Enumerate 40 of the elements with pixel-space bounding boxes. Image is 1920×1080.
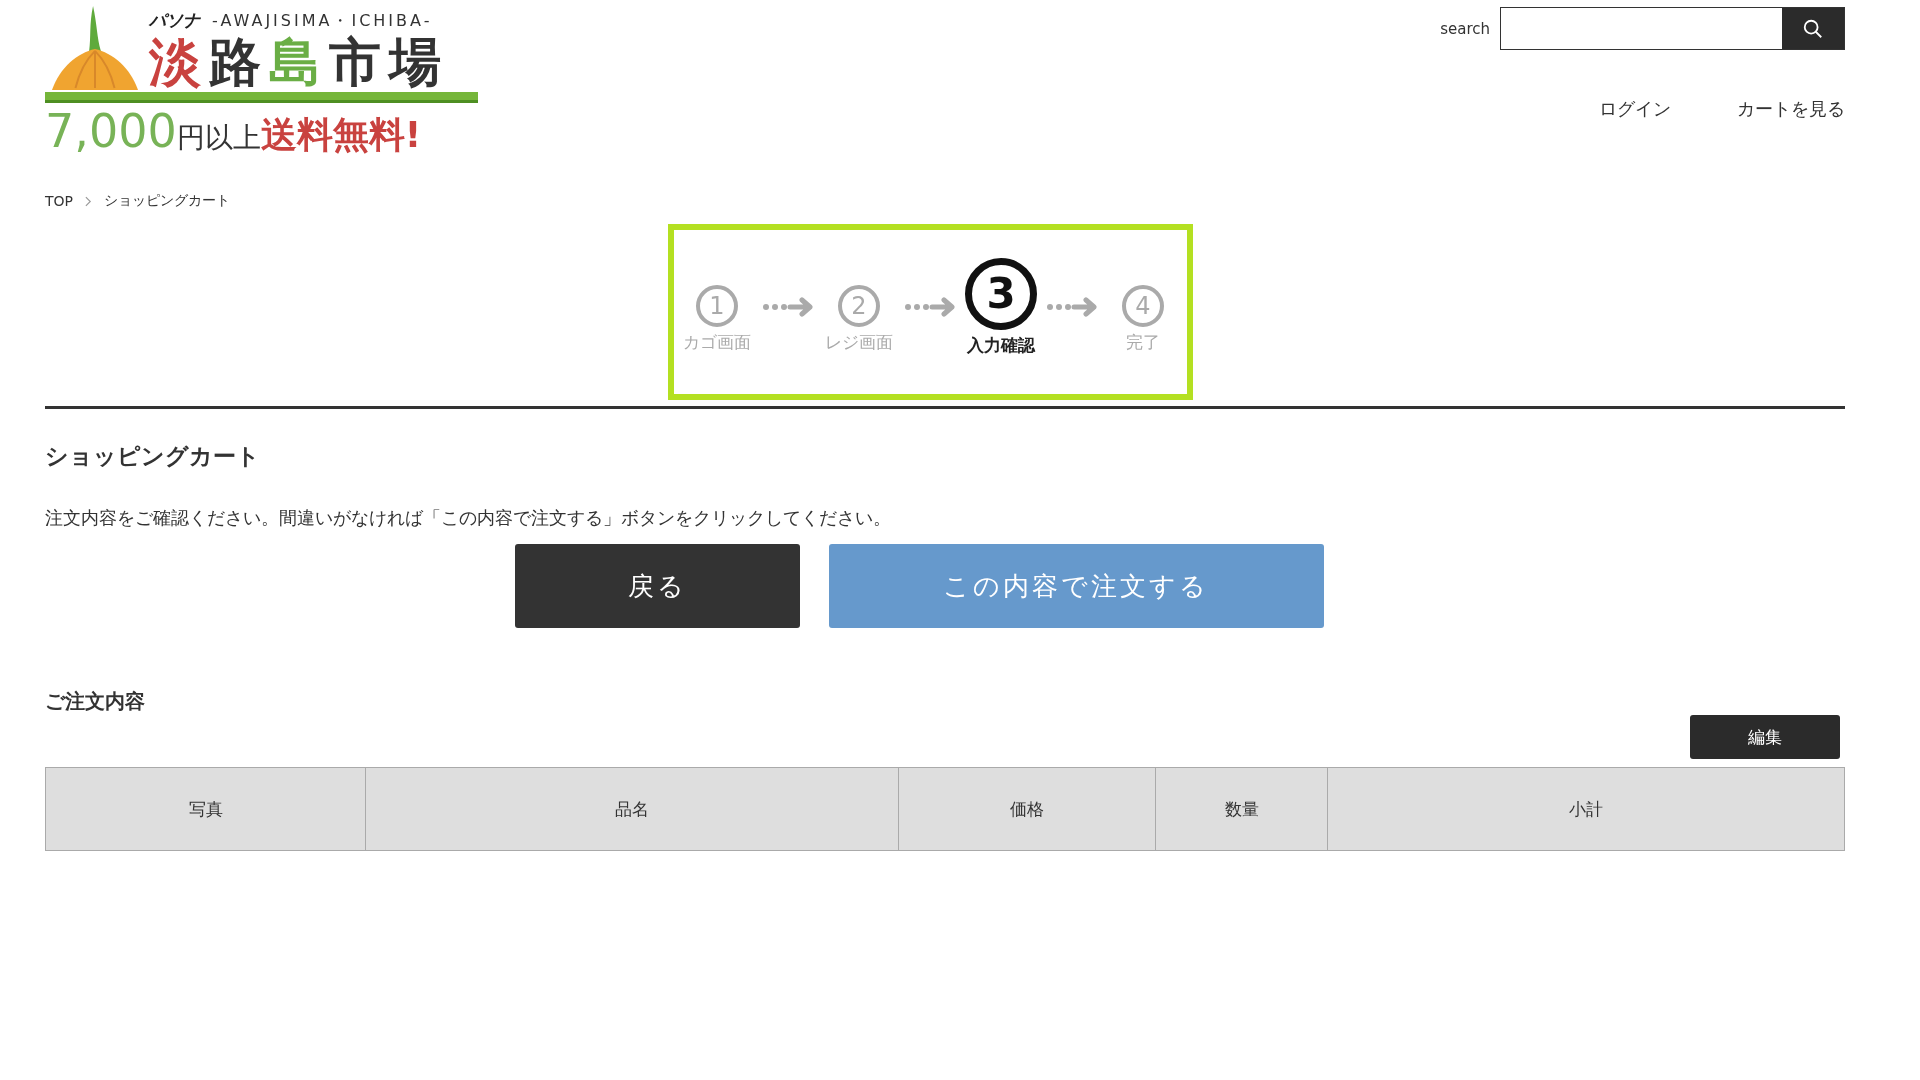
step-label: 完了 — [1126, 330, 1160, 354]
logo-subtitle: -AWAJISIMA・ICHIBA- — [212, 11, 433, 32]
instruction-text: 注文内容をご確認ください。間違いがなければ「この内容で注文する」ボタンをクリックしてください。 — [45, 506, 892, 530]
tagline-text: 円以上 — [176, 121, 261, 156]
breadcrumb-current: ショッピングカート — [104, 192, 230, 210]
column-header: 小計 — [1327, 767, 1845, 851]
logo-brand: パソナ — [149, 9, 200, 32]
column-header: 価格 — [898, 767, 1156, 851]
search-button[interactable] — [1782, 8, 1844, 49]
search-field[interactable] — [1500, 7, 1845, 50]
logo-character: 場 — [389, 32, 441, 92]
section-heading: ご注文内容 — [45, 688, 146, 715]
nav-link[interactable]: カートを見る — [1737, 97, 1845, 121]
search-icon — [1802, 17, 1824, 40]
nav-link[interactable]: ログイン — [1599, 97, 1671, 121]
step-label: カゴ画面 — [683, 330, 751, 354]
step-number: 3 — [965, 257, 1037, 330]
tagline-text: 送料無料! — [260, 113, 422, 157]
column-header: 数量 — [1155, 767, 1328, 851]
logo-character: 路 — [209, 32, 261, 92]
step-label: レジ画面 — [825, 330, 893, 354]
step-number: 2 — [838, 284, 880, 327]
dotted-arrow-icon — [904, 297, 956, 317]
logo-character: 島 — [269, 32, 321, 92]
dotted-arrow-icon — [1046, 297, 1098, 317]
edit-button[interactable]: 編集 — [1690, 715, 1840, 759]
column-header: 写真 — [45, 767, 366, 851]
step-number: 4 — [1122, 284, 1164, 327]
column-header: 品名 — [365, 767, 899, 851]
search-label: search — [1440, 19, 1490, 38]
step-label: 入力確認 — [967, 333, 1035, 357]
chevron-icon — [85, 195, 92, 207]
tagline-text: 7,000 — [45, 105, 177, 157]
page-heading: ショッピングカート — [45, 442, 261, 471]
back-button[interactable]: 戻る — [514, 544, 800, 628]
logo-character: 淡 — [149, 32, 201, 92]
logo-character: 市 — [329, 32, 381, 92]
dotted-arrow-icon — [762, 297, 814, 317]
step-number: 1 — [696, 284, 738, 327]
breadcrumb-link[interactable]: TOP — [45, 193, 73, 209]
